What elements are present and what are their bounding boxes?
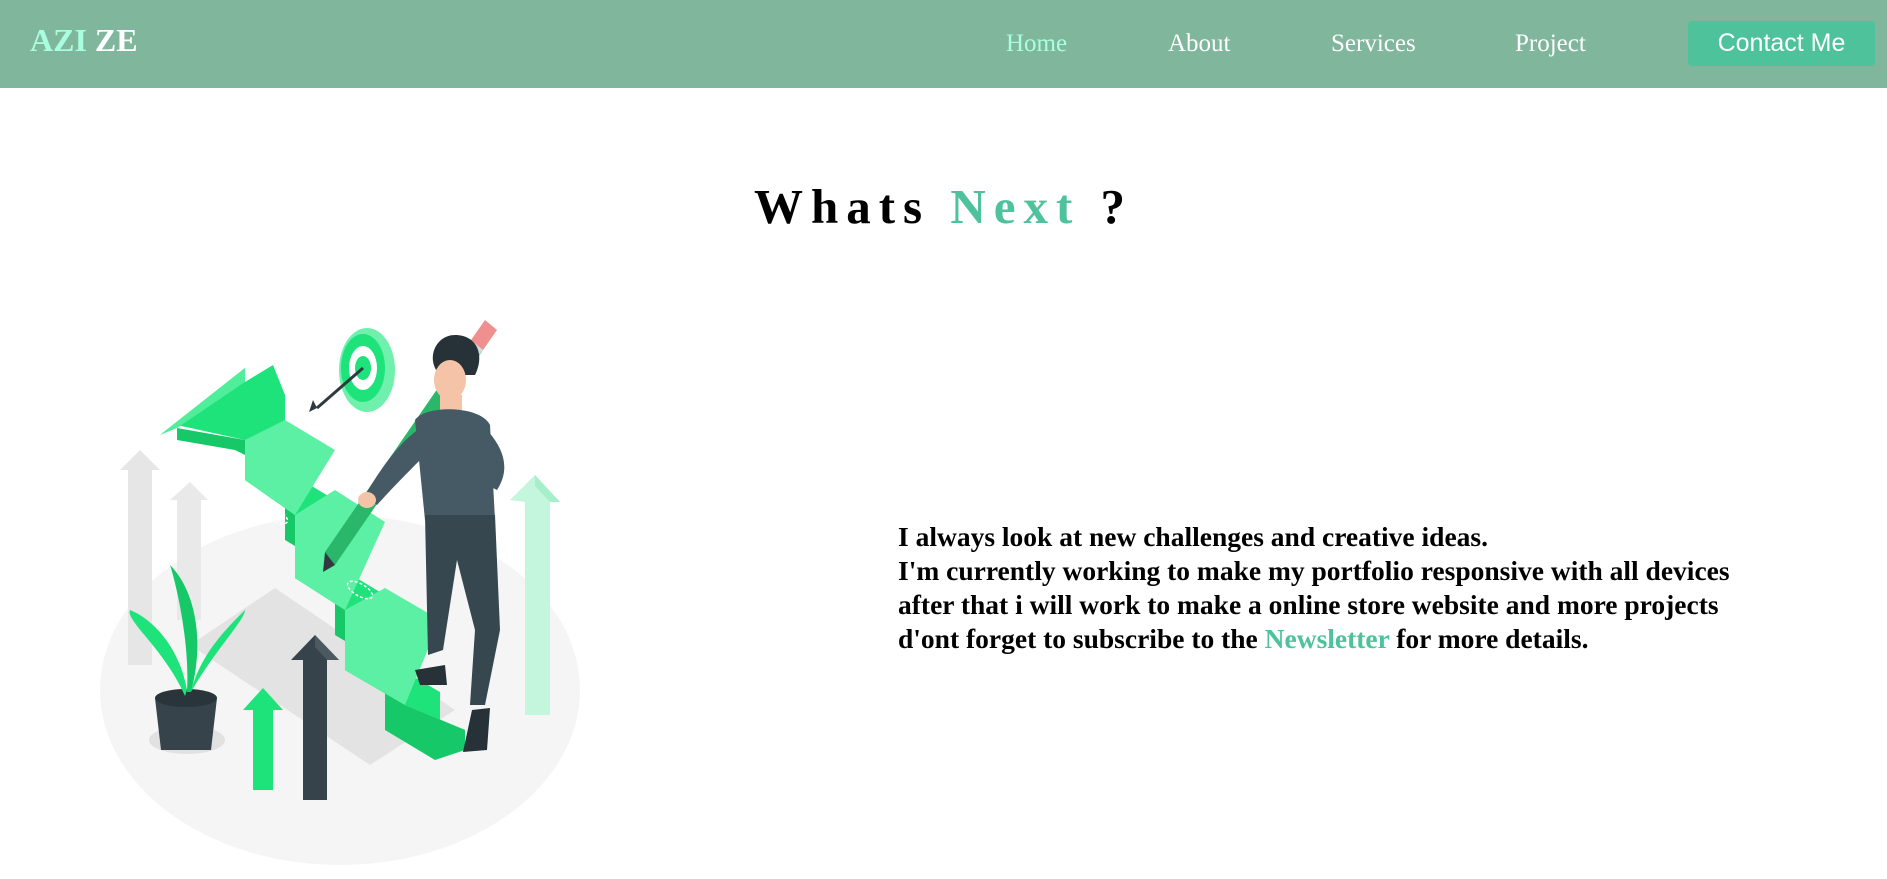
page-title: Whats Next ?: [0, 178, 1887, 235]
nav-link-about[interactable]: About: [1168, 30, 1231, 58]
paragraph-line-1: I always look at new challenges and crea…: [898, 521, 1488, 552]
site-logo[interactable]: AZI ZE: [30, 22, 138, 59]
logo-part-1: AZI: [30, 22, 87, 58]
paragraph-line-4-before: d'ont forget to subscribe to the: [898, 623, 1258, 654]
nav-link-home[interactable]: Home: [1006, 30, 1067, 58]
paragraph-line-4: d'ont forget to subscribe to the Newslet…: [898, 622, 1858, 656]
paragraph-line-3: after that i will work to make a online …: [898, 589, 1719, 620]
nav-link-services[interactable]: Services: [1331, 30, 1416, 58]
paragraph-line-4-after: for more details.: [1396, 623, 1589, 654]
newsletter-link[interactable]: Newsletter: [1265, 623, 1390, 654]
growth-stairs-illustration: [95, 320, 595, 865]
intro-paragraph: I always look at new challenges and crea…: [898, 520, 1858, 656]
top-navbar: AZI ZE Home About Services Project Conta…: [0, 0, 1887, 88]
title-accent: Next: [950, 179, 1081, 234]
paragraph-line-2: I'm currently working to make my portfol…: [898, 555, 1730, 586]
nav-link-project[interactable]: Project: [1515, 30, 1586, 58]
title-part-1: Whats: [753, 179, 931, 234]
contact-me-button[interactable]: Contact Me: [1688, 21, 1875, 66]
title-part-2: ?: [1100, 179, 1134, 234]
logo-part-2: ZE: [94, 22, 138, 58]
